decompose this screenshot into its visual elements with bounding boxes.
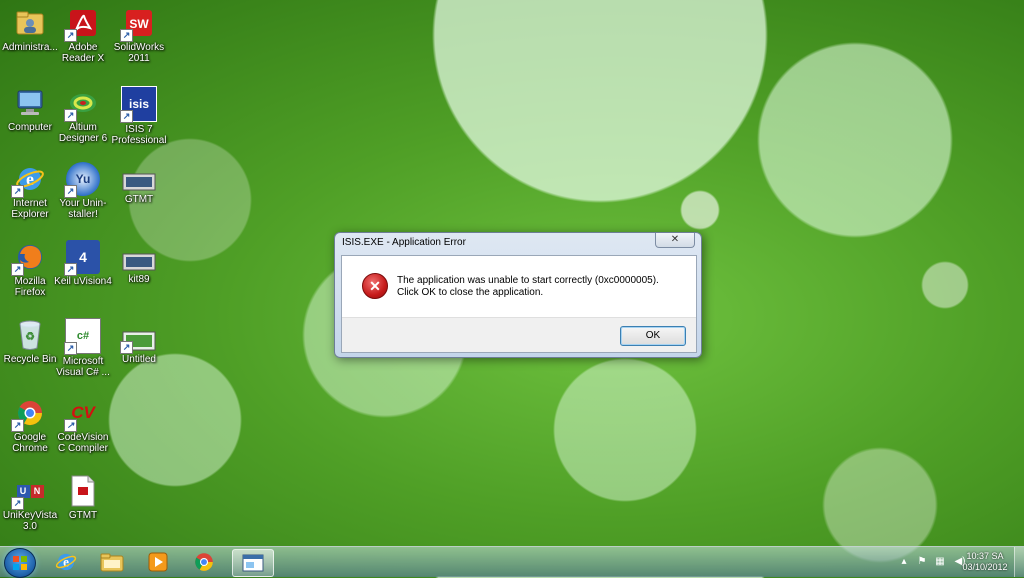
desktop-icon-label: ISIS 7 Professional xyxy=(111,124,167,146)
desktop-icon-gtmt[interactable]: GTMT xyxy=(109,172,169,205)
windows-logo-icon xyxy=(13,556,27,570)
desktop-icon-label: Untitled xyxy=(122,354,156,365)
keil-icon: 4 xyxy=(64,240,100,276)
taskbar-media-player[interactable] xyxy=(138,549,178,575)
close-icon: ✕ xyxy=(670,234,680,245)
error-message: The application was unable to start corr… xyxy=(397,275,659,298)
desktop-icon-label: CodeVision C Compiler xyxy=(57,432,109,454)
taskbar-chrome[interactable] xyxy=(184,549,224,575)
start-button[interactable] xyxy=(4,548,36,578)
solidworks-icon: SW xyxy=(120,6,156,42)
desktop-icon-label: Your Unin-staller! xyxy=(59,198,107,220)
desktop-icon-label: Keil uVision4 xyxy=(54,276,112,287)
desktop-icon-chrome[interactable]: Google Chrome xyxy=(0,396,60,454)
desktop-icon-isis[interactable]: isis ISIS 7 Professional xyxy=(109,86,169,146)
desktop-icon-kit89[interactable]: kit89 xyxy=(109,252,169,285)
desktop-icon-untitled[interactable]: Untitled xyxy=(109,330,169,365)
isis-icon: isis xyxy=(120,86,157,123)
application-error-dialog: ISIS.EXE - Application Error ✕ ✕ The app… xyxy=(334,232,702,358)
close-button[interactable]: ✕ xyxy=(655,233,695,248)
codevision-icon: CV xyxy=(64,396,100,432)
desktop-icon-label: Recycle Bin xyxy=(3,354,57,365)
untitled-icon xyxy=(120,330,156,354)
dialog-body: ✕ The application was unable to start co… xyxy=(341,255,697,353)
altium-icon xyxy=(64,86,100,122)
clock-date: 03/10/2012 xyxy=(962,562,1008,572)
desktop-icon-label: Altium Designer 6 xyxy=(58,122,108,144)
dialog-titlebar[interactable]: ISIS.EXE - Application Error ✕ xyxy=(335,233,701,253)
clock-time: 10:37 SA xyxy=(966,551,1004,561)
desktop-icon-label: Mozilla Firefox xyxy=(14,276,46,298)
svg-text:SW: SW xyxy=(129,17,149,31)
gtmt-icon xyxy=(122,172,156,192)
desktop-icon-computer[interactable]: Computer xyxy=(0,86,60,133)
desktop-icon-label: SolidWorks 2011 xyxy=(113,42,165,64)
desktop-icon-label: UniKeyVista 3.0 xyxy=(2,510,58,532)
action-center-icon[interactable]: ⚑ xyxy=(916,556,928,568)
desktop-icon-gtmt-pdf[interactable]: GTMT xyxy=(53,474,113,521)
internet-explorer-icon: e xyxy=(55,553,77,571)
network-icon[interactable]: ▦ xyxy=(934,556,946,568)
desktop-icon-altium[interactable]: Altium Designer 6 xyxy=(53,86,113,144)
taskbar-internet-explorer[interactable]: e xyxy=(46,549,86,575)
desktop-icon-keil[interactable]: 4 Keil uVision4 xyxy=(53,240,113,287)
desktop-icon-unikey[interactable]: U N UniKeyVista 3.0 xyxy=(0,474,60,532)
dialog-footer: OK xyxy=(342,317,696,352)
user-folder-icon xyxy=(13,6,47,40)
desktop-icon-codevision[interactable]: CV CodeVision C Compiler xyxy=(53,396,113,454)
file-explorer-icon xyxy=(100,553,124,572)
taskbar-isis-window[interactable] xyxy=(232,549,274,577)
desktop-icon-label: Google Chrome xyxy=(12,432,48,454)
adobe-reader-icon xyxy=(64,6,100,42)
desktop-icon-internet-explorer[interactable]: e Internet Explorer xyxy=(0,162,60,220)
desktop-icon-firefox[interactable]: Mozilla Firefox xyxy=(0,240,60,298)
taskbar: e ▴ ⚑ ▦ ◀) 10:37 SA 03/10/2012 xyxy=(0,546,1024,578)
computer-icon xyxy=(13,86,47,120)
uninstaller-icon: Yu xyxy=(64,162,100,198)
media-player-icon xyxy=(148,552,168,572)
firefox-icon xyxy=(11,240,47,276)
desktop-icon-label: Internet Explorer xyxy=(11,198,49,220)
desktop-icon-label: GTMT xyxy=(124,194,154,205)
isis-window-icon xyxy=(242,554,264,572)
desktop-icon-label: Microsoft Visual C# ... xyxy=(56,356,110,378)
desktop-icon-visual-csharp[interactable]: c# Microsoft Visual C# ... xyxy=(53,318,113,378)
chrome-icon xyxy=(11,396,47,432)
gtmt-pdf-icon xyxy=(66,474,100,508)
recycle-bin-icon: ♻ xyxy=(13,318,47,352)
desktop-icon-uninstaller[interactable]: Yu Your Unin-staller! xyxy=(53,162,113,220)
kit89-icon xyxy=(122,252,156,272)
desktop-icon-solidworks[interactable]: SW SolidWorks 2011 xyxy=(109,6,169,64)
dialog-title: ISIS.EXE - Application Error xyxy=(342,237,466,248)
error-icon: ✕ xyxy=(362,273,388,299)
visual-csharp-icon: c# xyxy=(64,318,101,355)
unikey-icon: U N xyxy=(11,474,47,510)
desktop-icon-recycle-bin[interactable]: ♻ Recycle Bin xyxy=(0,318,60,365)
taskbar-clock[interactable]: 10:37 SA 03/10/2012 xyxy=(958,551,1012,573)
internet-explorer-icon: e xyxy=(11,162,47,198)
taskbar-file-explorer[interactable] xyxy=(92,549,132,575)
ok-button[interactable]: OK xyxy=(620,326,686,346)
desktop-icon-label: kit89 xyxy=(128,274,150,285)
svg-text:♻: ♻ xyxy=(25,331,35,343)
desktop-icon-administrator[interactable]: Administra... xyxy=(0,6,60,53)
tray-expand-icon[interactable]: ▴ xyxy=(898,556,910,568)
desktop-icon-label: Administra... xyxy=(2,42,58,53)
desktop-icon-label: GTMT xyxy=(68,510,98,521)
desktop-icon-adobe-reader[interactable]: Adobe Reader X xyxy=(53,6,113,64)
desktop-icon-label: Adobe Reader X xyxy=(61,42,105,64)
show-desktop-button[interactable] xyxy=(1014,547,1024,577)
desktop-icon-label: Computer xyxy=(8,122,52,133)
chrome-icon xyxy=(195,553,213,571)
